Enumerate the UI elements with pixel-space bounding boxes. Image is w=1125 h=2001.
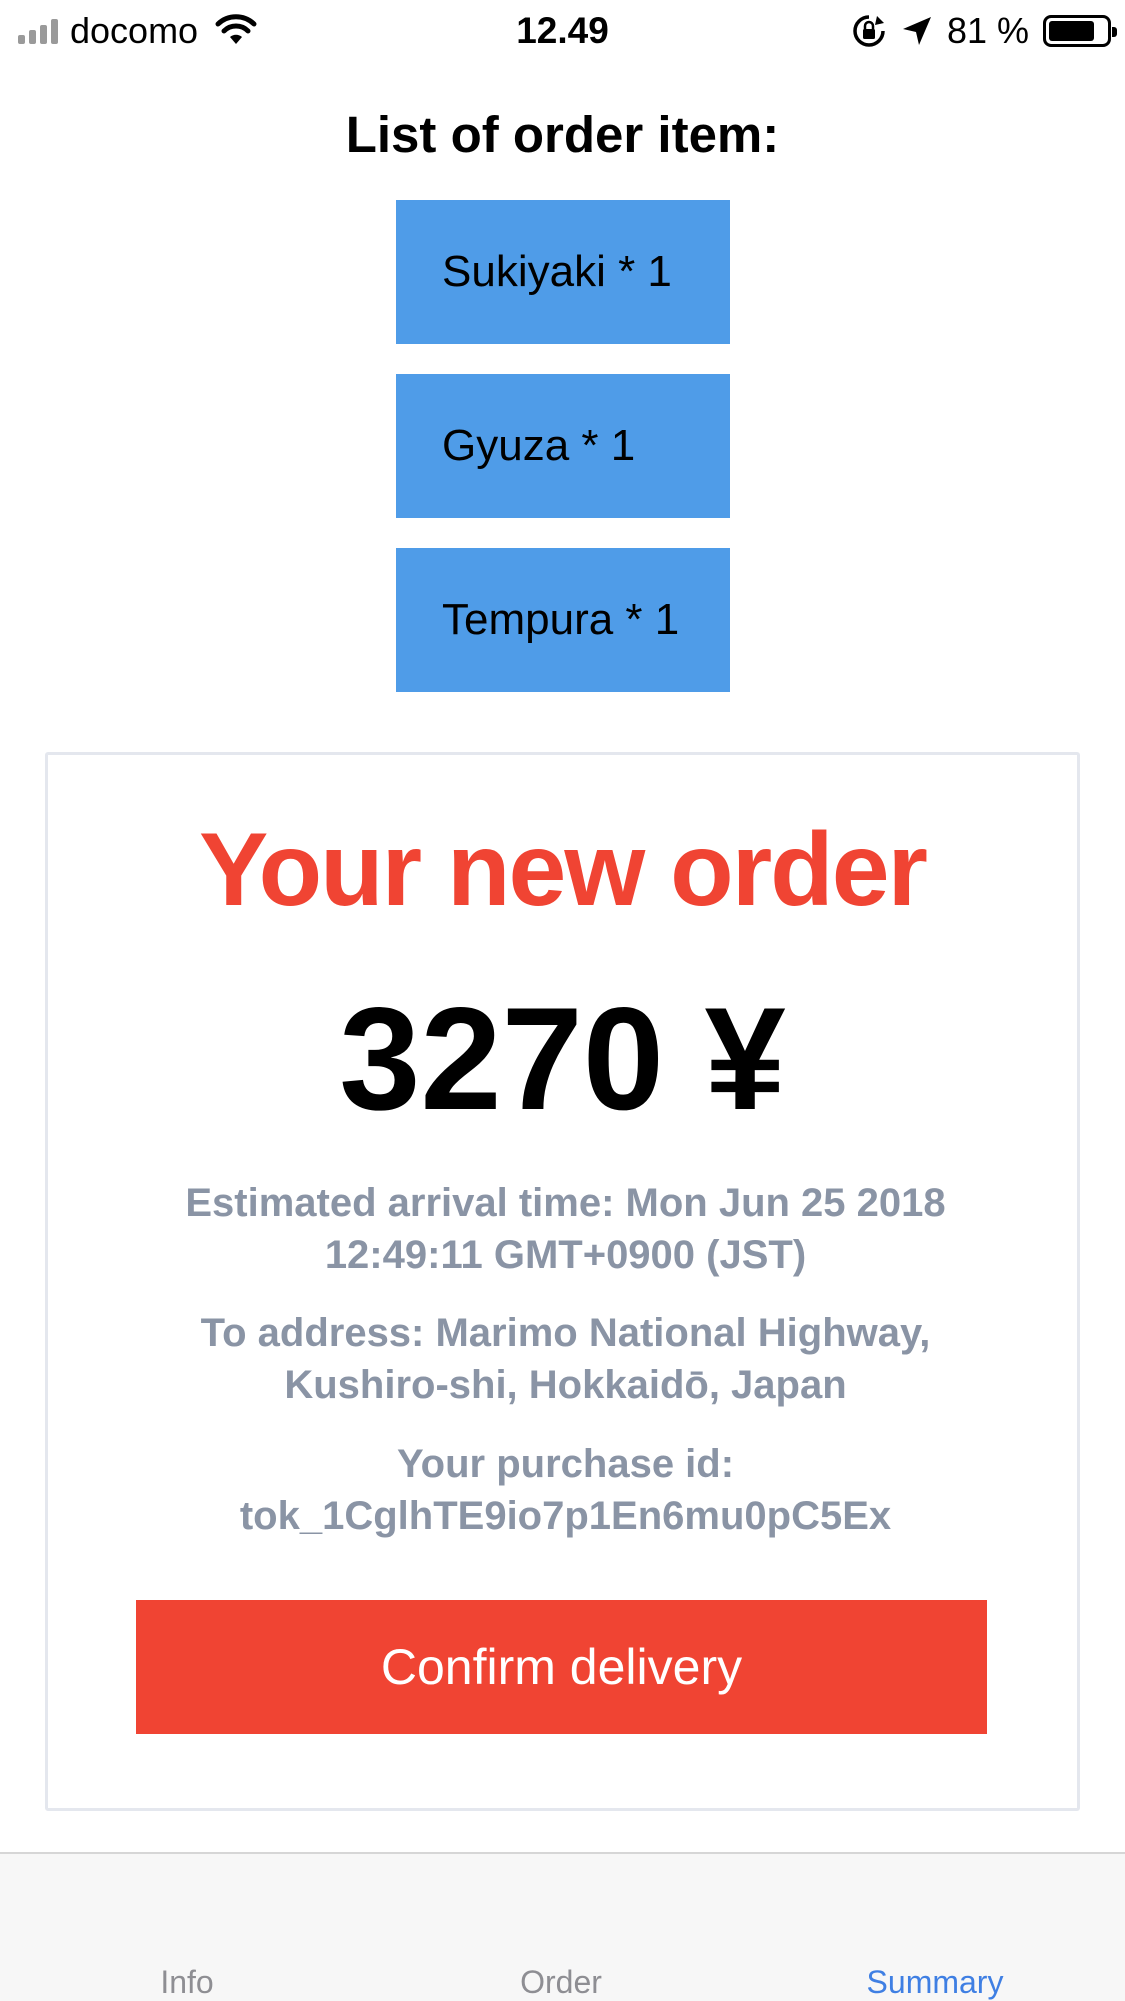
location-arrow-icon <box>902 17 931 45</box>
battery-level-fill <box>1049 21 1095 41</box>
order-list-title: List of order item: <box>345 106 780 163</box>
tab-info[interactable]: Info <box>0 1964 374 2001</box>
order-summary-title: Your new order <box>198 812 928 928</box>
address-line-1: To address: Marimo National Highway, <box>200 1311 931 1355</box>
tab-bar: Info Order Summary <box>0 1852 1125 2001</box>
tab-order[interactable]: Order <box>374 1964 748 2001</box>
battery-icon <box>1043 15 1117 47</box>
arrival-line-1: Estimated arrival time: Mon Jun 25 2018 <box>185 1181 946 1225</box>
battery-percentage: 81 % <box>946 10 1029 51</box>
status-bar: docomo 12.49 81 % <box>0 0 1125 62</box>
order-total: 3270 ¥ <box>339 977 786 1140</box>
order-summary-card: Your new order 3270 ¥ Estimated arrival … <box>45 752 1080 1811</box>
address-line-2: Kushiro-shi, Hokkaidō, Japan <box>284 1363 847 1407</box>
order-item[interactable]: Gyuza * 1 <box>396 374 730 518</box>
arrival-line-2: 12:49:11 GMT+0900 (JST) <box>324 1233 807 1277</box>
confirm-delivery-button[interactable]: Confirm delivery <box>136 1600 987 1734</box>
order-item[interactable]: Sukiyaki * 1 <box>396 200 730 344</box>
delivery-address: To address: Marimo National Highway, Kus… <box>88 1307 1043 1411</box>
purchase-id: Your purchase id: tok_1CglhTE9io7p1En6mu… <box>88 1438 1043 1542</box>
purchase-id-value: tok_1CglhTE9io7p1En6mu0pC5Ex <box>239 1494 892 1538</box>
status-bar-right: 81 % <box>851 8 1117 54</box>
orientation-lock-icon <box>853 15 885 47</box>
purchase-id-label: Your purchase id: <box>396 1442 735 1486</box>
tab-summary[interactable]: Summary <box>748 1964 1122 2001</box>
order-item[interactable]: Tempura * 1 <box>396 548 730 692</box>
estimated-arrival: Estimated arrival time: Mon Jun 25 2018 … <box>88 1177 1043 1281</box>
battery-tip <box>1112 27 1117 37</box>
